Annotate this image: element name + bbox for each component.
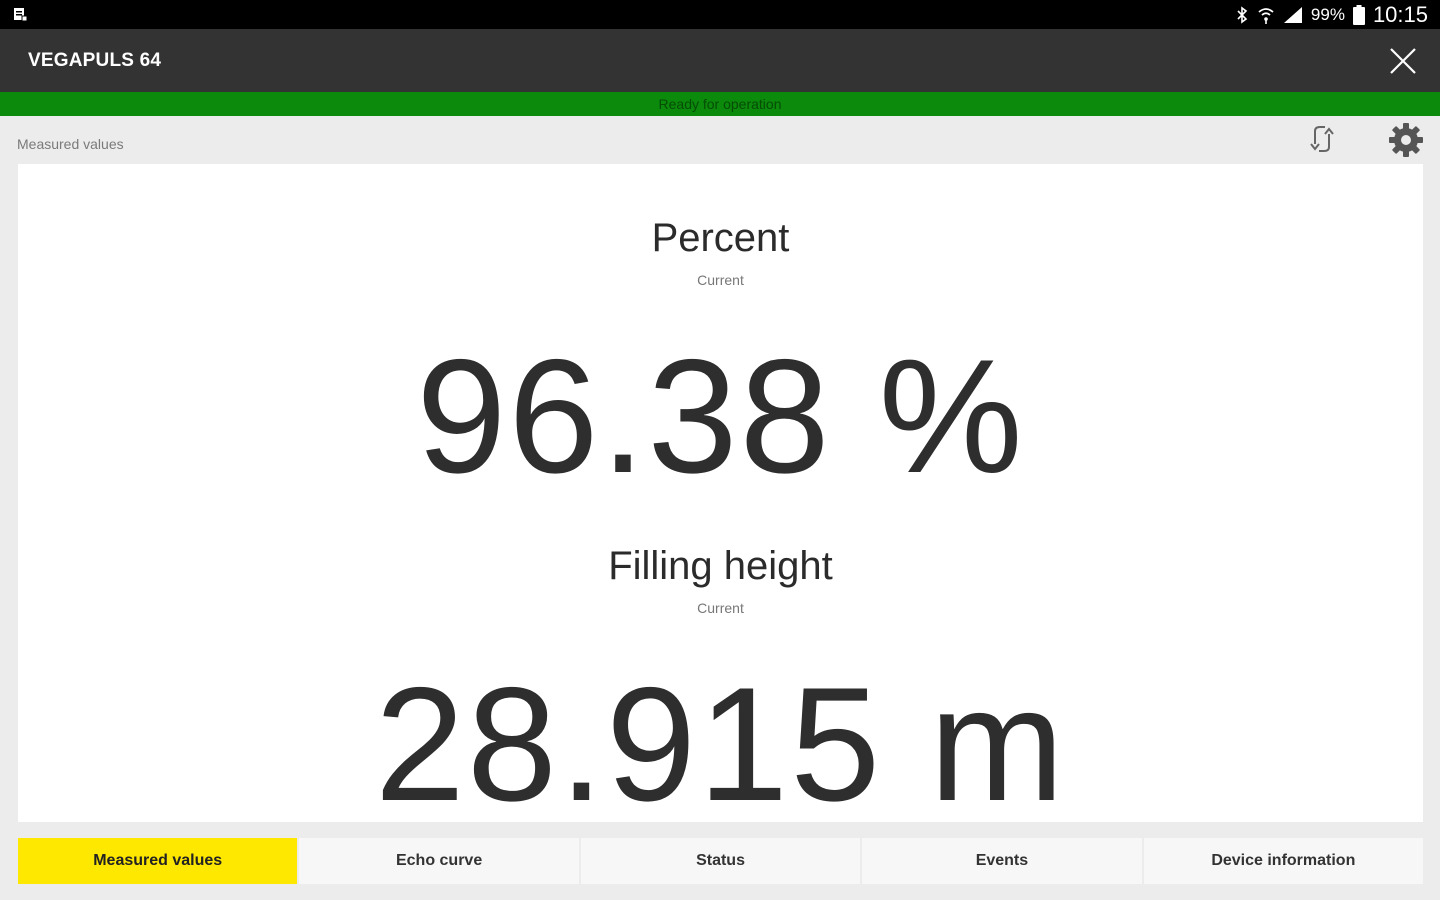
device-status-text: Ready for operation [658, 96, 782, 112]
gear-icon[interactable] [1388, 122, 1424, 158]
measured-values-panel: Percent Current 96.38 % Filling height C… [18, 164, 1423, 822]
tab-measured-values[interactable]: Measured values [18, 838, 298, 884]
measurement-subtitle: Current [697, 272, 744, 288]
refresh-icon[interactable] [1305, 122, 1339, 156]
battery-percentage: 99% [1310, 4, 1345, 24]
wifi-icon [1258, 7, 1274, 24]
tab-echo-curve[interactable]: Echo curve [299, 838, 579, 884]
system-status-bar: 99% 10:15 [0, 0, 1440, 29]
clock: 10:15 [1372, 1, 1428, 27]
measurement-subtitle: Current [697, 600, 744, 616]
section-label: Measured values [17, 136, 124, 152]
battery-icon [1352, 4, 1365, 25]
device-status-banner: Ready for operation [0, 92, 1440, 116]
signal-icon [1283, 6, 1302, 23]
tab-device-information[interactable]: Device information [1143, 838, 1424, 884]
measurement-title: Filling height [608, 544, 833, 588]
measurement-title: Percent [651, 216, 790, 260]
bluetooth-icon [1237, 5, 1248, 24]
measurement-value: 28.915 m [374, 654, 1067, 822]
bottom-tab-bar: Measured values Echo curve Status Events… [18, 838, 1424, 884]
app-title: VEGAPULS 64 [28, 50, 162, 71]
tab-events[interactable]: Events [862, 838, 1142, 884]
tab-status[interactable]: Status [580, 838, 861, 884]
notification-icon [14, 8, 28, 22]
close-icon[interactable] [1388, 46, 1418, 76]
measurement-value: 96.38 % [416, 326, 1025, 507]
app-bar: VEGAPULS 64 [0, 29, 1440, 92]
